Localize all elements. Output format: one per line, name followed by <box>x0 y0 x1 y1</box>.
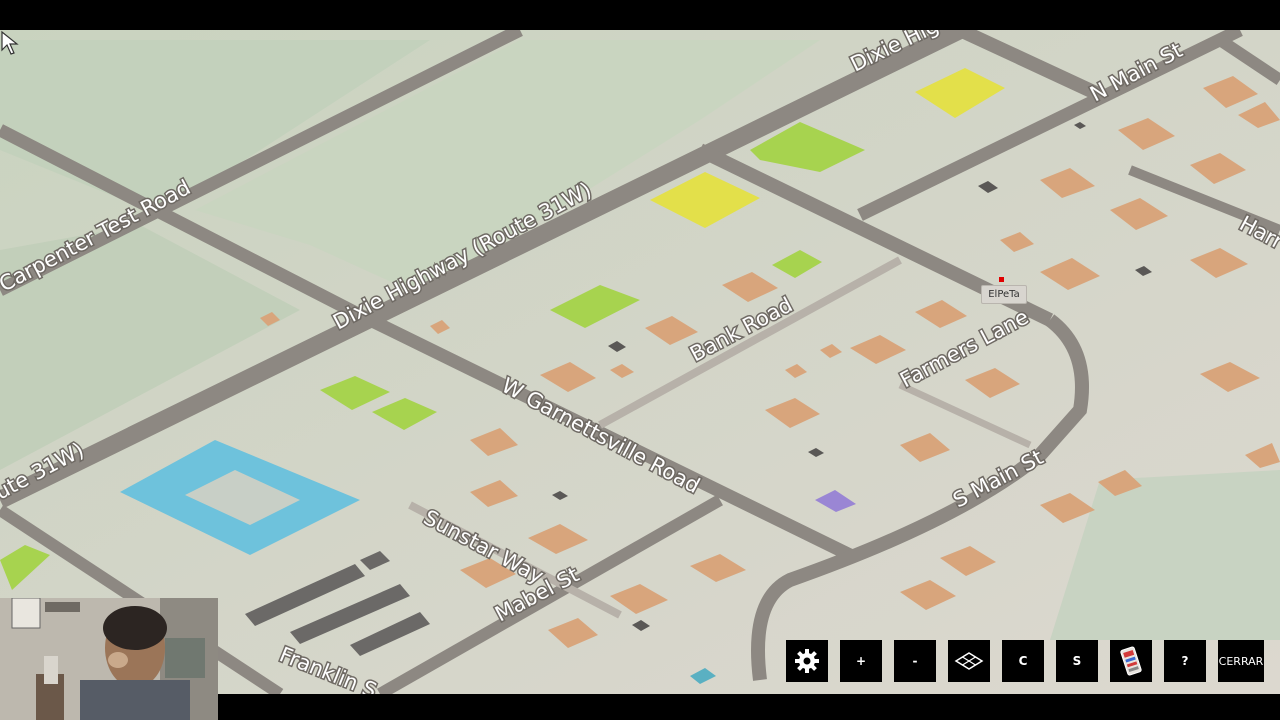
map-view[interactable]: Carpenter Test Road Dixie Highway (Route… <box>0 30 1280 694</box>
card-icon <box>1120 646 1142 676</box>
settings-button[interactable] <box>786 640 828 682</box>
layers-icon <box>954 652 984 670</box>
close-button[interactable]: CERRAR <box>1218 640 1264 682</box>
card-button[interactable] <box>1110 640 1152 682</box>
player-name-tag: ElPeTa <box>981 285 1027 304</box>
map-canvas[interactable]: Carpenter Test Road Dixie Highway (Route… <box>0 30 1280 694</box>
game-screen: Carpenter Test Road Dixie Highway (Route… <box>0 0 1280 720</box>
c-button[interactable]: C <box>1002 640 1044 682</box>
webcam-person-image <box>0 598 218 720</box>
zoom-in-button[interactable]: + <box>840 640 882 682</box>
toolbar: + - C S ? CERRAR <box>786 640 1264 682</box>
zoom-out-button[interactable]: - <box>894 640 936 682</box>
s-button[interactable]: S <box>1056 640 1098 682</box>
player-marker <box>999 277 1004 282</box>
cursor-icon <box>1 30 19 55</box>
gear-icon <box>795 649 819 673</box>
layers-button[interactable] <box>948 640 990 682</box>
help-button[interactable]: ? <box>1164 640 1206 682</box>
webcam-overlay <box>0 598 218 720</box>
